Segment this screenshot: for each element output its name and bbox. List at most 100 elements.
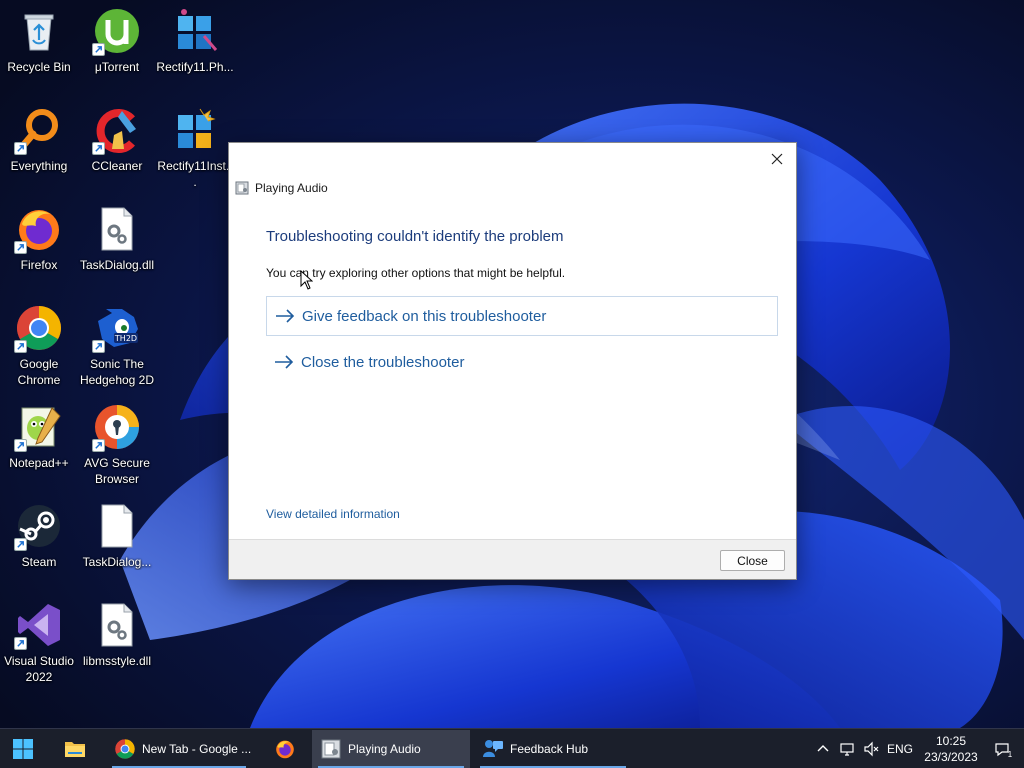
taskbar-playing-audio[interactable]: Playing Audio [312,730,470,768]
desktop-icon-rectify11-installer[interactable]: Rectify11Inst... [156,101,234,193]
desktop-icon-label: Steam [21,555,57,569]
desktop-icon-notepad-plus-plus[interactable]: Notepad++ [0,398,78,490]
desktop-icon-everything[interactable]: Everything [0,101,78,193]
show-hidden-icons-button[interactable] [813,729,833,768]
dll-file-icon [92,600,142,650]
shortcut-arrow-icon [14,340,27,353]
arrow-right-icon [275,355,294,369]
sonic-icon: TH2D [92,303,142,353]
dialog-window-title: Playing Audio [255,181,328,195]
desktop-icon-label: Firefox [20,258,58,272]
dialog-title-bar: Playing Audio [235,179,328,197]
close-troubleshooter-option[interactable]: Close the troubleshooter [266,342,778,382]
volume-button[interactable] [861,729,881,768]
desktop-icon-label: Recycle Bin [7,60,71,74]
taskbar: New Tab - Google ... Playing Audio Feedb… [0,728,1024,768]
shortcut-arrow-icon [92,340,105,353]
desktop-icon-ccleaner[interactable]: CCleaner [78,101,156,193]
dialog-footer: Close [229,539,796,579]
notepad-plus-plus-icon [14,402,64,452]
firefox-icon [14,204,64,254]
desktop-icon-libmsstyle-dll[interactable]: libmsstyle.dll [78,596,156,688]
desktop-icon-label: Visual Studio 2022 [4,654,74,684]
clock-time: 10:25 [935,734,967,748]
taskbar-app-label: Playing Audio [348,742,421,756]
desktop-icon-label: Rectify11.Ph... [156,60,234,74]
view-detailed-information-link[interactable]: View detailed information [266,507,400,521]
desktop-icon-utorrent[interactable]: μTorrent [78,2,156,94]
chrome-icon [115,739,135,759]
windows-logo-icon [13,739,33,759]
shortcut-arrow-icon [14,538,27,551]
chevron-up-icon [817,745,829,752]
option-label: Close the troubleshooter [301,353,465,371]
clock-date: 23/3/2023 [924,750,978,764]
input-language-button[interactable]: ENG [884,729,916,768]
desktop-icon-steam[interactable]: Steam [0,497,78,589]
shortcut-arrow-icon [14,142,27,155]
arrow-right-icon [276,309,295,323]
troubleshooter-icon [321,739,341,759]
desktop-icon-taskdialog-file[interactable]: TaskDialog... [78,497,156,589]
desktop-icon-sonic[interactable]: TH2D Sonic The Hedgehog 2D [78,299,156,391]
taskbar-feedback-hub[interactable]: Feedback Hub [474,730,632,768]
shortcut-arrow-icon [14,439,27,452]
chrome-icon [14,303,64,353]
desktop-icon-label: AVG Secure Browser [84,456,150,486]
dialog-heading: Troubleshooting couldn't identify the pr… [266,228,564,245]
dialog-close-button[interactable] [764,147,790,171]
steam-icon [14,501,64,551]
desktop-icon-avg-browser[interactable]: AVG Secure Browser [78,398,156,490]
desktop-icon-google-chrome[interactable]: Google Chrome [0,299,78,391]
taskbar-app-label: New Tab - Google ... [142,742,252,756]
start-button[interactable] [4,730,42,768]
desktop-icon-label: TaskDialog.dll [79,258,155,272]
taskbar-chrome[interactable]: New Tab - Google ... [106,730,252,768]
svg-text:TH2D: TH2D [114,334,137,343]
desktop-icon-label: CCleaner [91,159,143,173]
firefox-icon [276,740,294,759]
recycle-bin-icon [14,6,64,56]
language-indicator: ENG [886,742,913,756]
shortcut-arrow-icon [14,637,27,650]
desktop-icon-label: libmsstyle.dll [82,654,151,668]
volume-muted-icon [864,741,879,757]
taskbar-app-label: Feedback Hub [510,742,589,756]
shortcut-arrow-icon [92,142,105,155]
taskbar-firefox[interactable] [266,730,304,768]
desktop-icon-label: Sonic The Hedgehog 2D [79,357,155,387]
notification-count-badge: 1 [1007,750,1013,759]
troubleshooter-icon [235,181,249,195]
close-button[interactable]: Close [720,550,785,571]
rectify11-installer-icon [170,105,220,155]
desktop-icon-label: Everything [10,159,68,173]
give-feedback-option[interactable]: Give feedback on this troubleshooter [266,296,778,336]
notification-center-button[interactable] [990,729,1014,768]
option-label: Give feedback on this troubleshooter [302,307,547,325]
network-icon [840,743,854,756]
clock-button[interactable]: 10:25 23/3/2023 [918,731,984,767]
desktop-icon-recycle-bin[interactable]: Recycle Bin [0,2,78,94]
desktop-icon-firefox[interactable]: Firefox [0,200,78,292]
desktop-icon-label: μTorrent [94,60,140,74]
utorrent-icon [92,6,142,56]
desktop-icon-rectify11-ph[interactable]: Rectify11.Ph... [156,2,234,94]
desktop-icon-taskdialog-dll[interactable]: TaskDialog.dll [78,200,156,292]
shortcut-arrow-icon [92,439,105,452]
visual-studio-icon [14,600,64,650]
blank-file-icon [92,501,142,551]
desktop-icon-label: Rectify11Inst... [157,159,233,189]
taskbar-file-explorer[interactable] [56,730,94,768]
feedback-hub-icon [483,740,503,757]
shortcut-arrow-icon [14,241,27,254]
everything-search-icon [14,105,64,155]
mouse-cursor-icon [300,270,313,290]
rectify11-icon [170,6,220,56]
ccleaner-icon [92,105,142,155]
desktop-icon-label: Google Chrome [17,357,61,387]
desktop-icon-visual-studio[interactable]: Visual Studio 2022 [0,596,78,688]
desktop-icon-label: Notepad++ [9,456,69,470]
dll-file-icon [92,204,142,254]
network-status-button[interactable] [837,729,857,768]
troubleshooter-dialog: Playing Audio Troubleshooting couldn't i… [228,142,797,580]
